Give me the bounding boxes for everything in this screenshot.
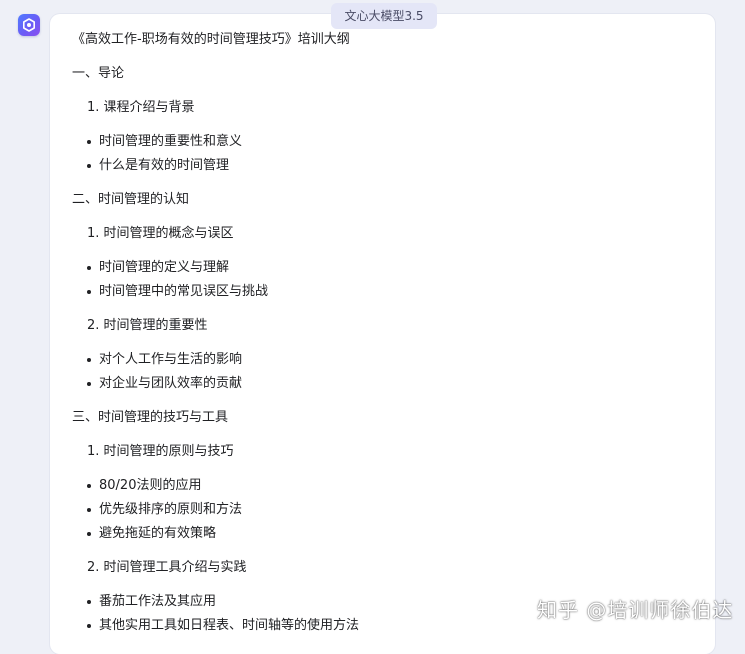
subsection-heading: 1. 时间管理的原则与技巧 [87,444,234,459]
model-version-label[interactable]: 文心大模型3.5 [331,3,437,29]
zhihu-watermark: 知乎 @培训师徐伯达 [537,598,734,622]
subsection-heading: 1. 时间管理的概念与误区 [87,226,234,241]
outline-title: 《高效工作-职场有效的时间管理技巧》培训大纲 [72,32,350,47]
list-item: 避免拖延的有效策略 [99,526,217,541]
bullet-dot [87,600,91,604]
list-item: 时间管理中的常见误区与挑战 [99,284,269,299]
bullet-dot [87,290,91,294]
bullet-dot [87,484,91,488]
bullet-dot [87,358,91,362]
bullet-dot [87,140,91,144]
list-item: 80/20法则的应用 [99,478,202,493]
bullet-dot [87,508,91,512]
bullet-dot [87,382,91,386]
subsection-heading: 2. 时间管理的重要性 [87,318,208,333]
subsection-heading: 1. 课程介绍与背景 [87,100,195,115]
answer-card: 《高效工作-职场有效的时间管理技巧》培训大纲 一、导论 1. 课程介绍与背景 时… [50,14,715,654]
list-item: 时间管理的重要性和意义 [99,134,243,149]
list-item: 对个人工作与生活的影响 [99,352,243,367]
list-item: 其他实用工具如日程表、时间轴等的使用方法 [99,618,360,633]
section-heading: 二、时间管理的认知 [72,192,190,207]
subsection-heading: 2. 时间管理工具介绍与实践 [87,560,247,575]
bullet-dot [87,532,91,536]
list-item: 优先级排序的原则和方法 [99,502,243,517]
list-item: 时间管理的定义与理解 [99,260,230,275]
bullet-dot [87,624,91,628]
list-item: 对企业与团队效率的贡献 [99,376,243,391]
bullet-dot [87,164,91,168]
list-item: 番茄工作法及其应用 [99,594,217,609]
section-heading: 一、导论 [72,66,125,81]
ernie-bot-logo-icon [18,14,40,36]
list-item: 什么是有效的时间管理 [99,158,230,173]
bullet-dot [87,266,91,270]
section-heading: 三、时间管理的技巧与工具 [72,410,229,425]
